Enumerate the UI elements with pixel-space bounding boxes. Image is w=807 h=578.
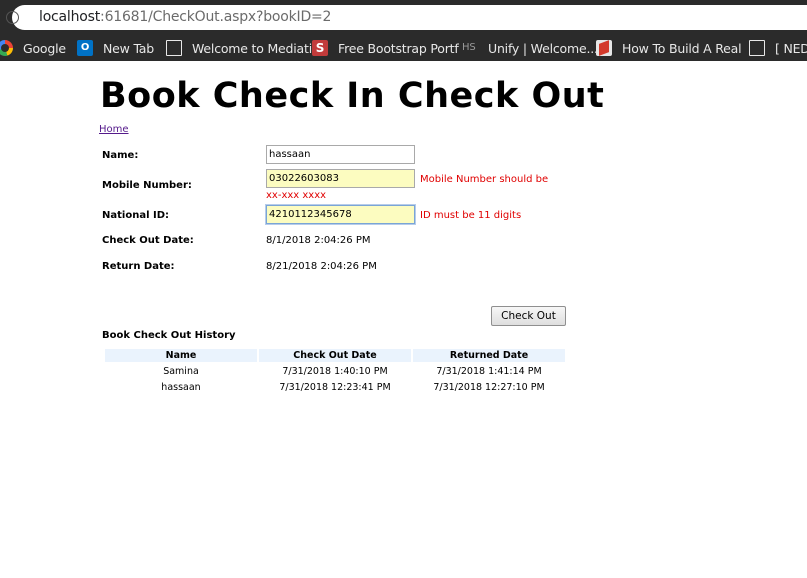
column-header-checkout-date: Check Out Date: [259, 349, 411, 362]
google-icon: [0, 40, 13, 56]
bookmark-google[interactable]: Google: [0, 39, 66, 57]
mobile-error-format: xx-xxx xxxx: [266, 190, 327, 201]
bookmark-unify[interactable]: HS Unify | Welcome...: [462, 39, 598, 57]
name-field[interactable]: hassaan: [266, 145, 415, 164]
checkout-date-label: Check Out Date:: [102, 235, 194, 246]
table-header-row: Name Check Out Date Returned Date: [105, 349, 565, 362]
bookmark-how-to-build[interactable]: How To Build A Real: [596, 39, 742, 57]
url-box[interactable]: localhost:61681/CheckOut.aspx?bookID=2: [6, 5, 807, 30]
document-icon: [749, 40, 765, 56]
column-header-name: Name: [105, 349, 257, 362]
s-icon: S: [312, 40, 328, 56]
hs-icon: HS: [462, 42, 476, 53]
mobile-field[interactable]: 03022603083: [266, 169, 415, 188]
name-label: Name:: [102, 150, 139, 161]
bookmark-welcome[interactable]: Welcome to Mediati: [163, 39, 312, 57]
cell-name: hassaan: [161, 381, 201, 393]
url-text[interactable]: localhost:61681/CheckOut.aspx?bookID=2: [39, 9, 331, 25]
mobile-label: Mobile Number:: [102, 180, 192, 191]
home-link[interactable]: Home: [99, 124, 129, 135]
history-title: Book Check Out History: [102, 330, 236, 341]
checkout-date-value: 8/1/2018 2:04:26 PM: [266, 235, 371, 246]
document-icon: [166, 40, 182, 56]
column-header-returned-date: Returned Date: [413, 349, 565, 362]
address-bar: localhost:61681/CheckOut.aspx?bookID=2: [0, 0, 807, 34]
check-out-button[interactable]: Check Out: [491, 306, 566, 326]
page-content: Book Check In Check Out Home Name: hassa…: [0, 61, 807, 578]
stackoverflow-icon: [596, 40, 612, 56]
national-id-label: National ID:: [102, 210, 169, 221]
return-date-label: Return Date:: [102, 261, 175, 272]
page-title: Book Check In Check Out: [100, 76, 605, 116]
cell-name: Samina: [163, 365, 199, 377]
national-id-field[interactable]: 4210112345678: [266, 205, 415, 224]
outlook-icon: O: [77, 40, 93, 56]
cell-checkout-date: 7/31/2018 12:23:41 PM: [279, 381, 391, 393]
cell-returned-date: 7/31/2018 12:27:10 PM: [433, 381, 545, 393]
bookmark-nedu[interactable]: [ NEDU: [746, 39, 807, 57]
bookmark-new-tab[interactable]: O New Tab: [77, 39, 154, 57]
bookmark-bootstrap[interactable]: S Free Bootstrap Portf: [312, 39, 459, 57]
mobile-error: Mobile Number should be: [420, 174, 549, 185]
cell-returned-date: 7/31/2018 1:41:14 PM: [436, 365, 542, 377]
table-row: Samina 7/31/2018 1:40:10 PM 7/31/2018 1:…: [105, 364, 565, 378]
return-date-value: 8/21/2018 2:04:26 PM: [266, 261, 377, 272]
bookmarks-bar: Google O New Tab Welcome to Mediati S Free…: [0, 34, 807, 61]
national-id-error: ID must be 11 digits: [420, 210, 522, 221]
history-table: Name Check Out Date Returned Date Samina…: [103, 347, 567, 396]
table-row: hassaan 7/31/2018 12:23:41 PM 7/31/2018 …: [105, 380, 565, 394]
cell-checkout-date: 7/31/2018 1:40:10 PM: [282, 365, 388, 377]
info-icon[interactable]: [6, 11, 19, 24]
